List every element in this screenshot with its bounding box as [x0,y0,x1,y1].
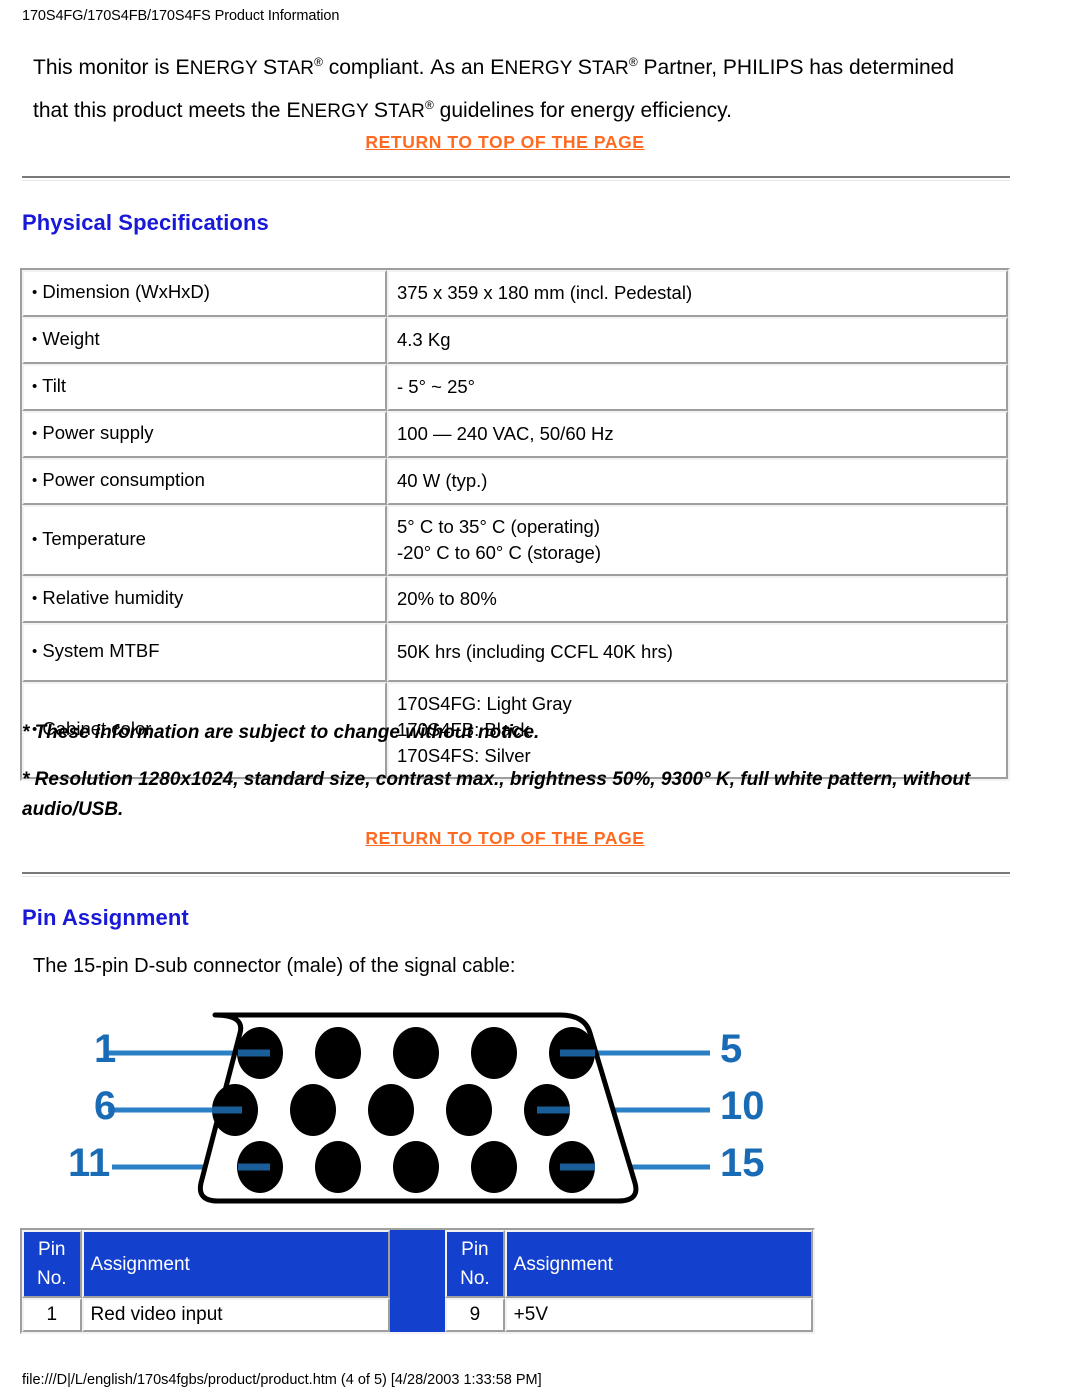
intro-text-1: This monitor is [33,56,176,79]
spec-label-cell: • Weight [22,317,387,364]
spec-value-cell: 375 x 359 x 180 mm (incl. Pedestal) [387,270,1008,317]
spec-value-cell: 100 — 240 VAC, 50/60 Hz [387,411,1008,458]
spec-label: Relative humidity [42,587,184,608]
connector-label-pin-5: 5 [720,1027,743,1071]
spec-label-cell: • Power supply [22,411,387,458]
connector-label-pin-1: 1 [94,1027,117,1071]
star-cap-2: S [577,55,592,79]
energy-star-paragraph: This monitor is ENERGY STAR® compliant. … [33,44,973,130]
spec-label: Temperature [42,528,146,549]
page-title: 170S4FG/170S4FB/170S4FS Product Informat… [22,8,340,24]
return-to-top-link-2[interactable]: RETURN TO TOP OF THE PAGE [365,828,644,849]
energy-cap-1: E [175,55,190,79]
energy-rest-3: NERGY [300,101,374,122]
bullet-icon: • [32,284,38,301]
spec-value-cell: 50K hrs (including CCFL 40K hrs) [387,623,1008,682]
pin-assignment-cell: +5V [504,1298,813,1332]
energy-cap-2: E [490,55,505,79]
pin-number-cell: 9 [445,1298,505,1332]
spec-note-2: * Resolution 1280x1024, standard size, c… [22,769,971,820]
bullet-icon: • [32,643,38,660]
physical-specifications-table: • Dimension (WxHxD) 375 x 359 x 180 mm (… [20,268,1010,781]
spec-value-cell: 5° C to 35° C (operating) -20° C to 60° … [387,505,1008,576]
dsub-connector-diagram: 1 6 11 5 10 15 [60,1005,800,1220]
spec-label: System MTBF [42,640,160,661]
intro-text-4: guidelines for energy efficiency. [433,99,732,122]
bullet-icon: • [32,590,38,607]
spec-note-1: * These information are subject to chang… [22,722,540,743]
star-cap-1: S [262,55,278,79]
star-rest-3: TAR [388,101,425,122]
table-row: • Power supply 100 — 240 VAC, 50/60 Hz [22,411,1008,458]
pin-table-header-row: Pin No. Assignment Pin No. Assignment [22,1230,813,1332]
bullet-icon: • [32,472,38,489]
registered-mark-2: ® [628,55,638,69]
pin-number-cell: 1 [22,1298,82,1332]
connector-label-pin-11: 11 [68,1141,111,1185]
spec-label-cell: • Power consumption [22,458,387,505]
spec-label-cell: • Dimension (WxHxD) [22,270,387,317]
intro-text-2: compliant. [322,56,431,79]
pin-assignment-heading: Pin Assignment [22,905,189,930]
connector-label-pin-10: 10 [720,1084,765,1128]
dsub-connector-svg [108,1012,710,1204]
pin-table-body: Pin No. Assignment Pin No. Assignment 1 … [22,1230,813,1332]
bullet-icon: • [32,425,38,442]
connector-label-pin-15: 15 [720,1141,765,1185]
spec-value-cell: 20% to 80% [387,576,1008,623]
return-to-top-container-1: RETURN TO TOP OF THE PAGE [0,132,1010,153]
spec-label-cell: • Relative humidity [22,576,387,623]
return-to-top-container-2: RETURN TO TOP OF THE PAGE [0,828,1010,849]
pin-assignment-description: The 15-pin D-sub connector (male) of the… [33,955,516,977]
connector-label-pin-6: 6 [94,1084,117,1128]
spec-table-body: • Dimension (WxHxD) 375 x 359 x 180 mm (… [22,270,1008,779]
pin-assignment-cell: Red video input [81,1298,390,1332]
spec-value-cell: 40 W (typ.) [387,458,1008,505]
star-rest-1: TAR [277,58,315,79]
spec-label-cell: • System MTBF [22,623,387,682]
spec-label: Power consumption [42,469,205,490]
bullet-icon: • [32,331,38,348]
bullet-icon: • [32,531,38,548]
spec-label-cell: • Temperature [22,505,387,576]
physical-specifications-heading: Physical Specifications [22,210,269,235]
spec-label: Tilt [42,375,67,396]
table-row: • System MTBF 50K hrs (including CCFL 40… [22,623,1008,682]
bullet-icon: • [32,378,38,395]
as-rest: s an [444,56,491,79]
spec-label: Weight [42,328,100,349]
spec-label-cell: • Tilt [22,364,387,411]
return-to-top-link-1[interactable]: RETURN TO TOP OF THE PAGE [365,132,644,153]
as-cap: A [430,55,445,79]
footer-path: file:///D|/L/english/170s4fgbs/product/p… [22,1372,542,1388]
pin-table-gap-column [389,1230,446,1332]
assignment-header-right: Assignment [504,1230,813,1298]
spec-value-cell: - 5° ~ 25° [387,364,1008,411]
horizontal-rule-2 [22,872,1010,877]
energy-rest-2: NERGY [504,58,578,79]
spec-label: Dimension (WxHxD) [42,281,210,302]
table-row: • Dimension (WxHxD) 375 x 359 x 180 mm (… [22,270,1008,317]
pin-assignment-table: Pin No. Assignment Pin No. Assignment 1 … [20,1228,815,1334]
registered-mark-1: ® [314,55,323,69]
table-row: • Tilt - 5° ~ 25° [22,364,1008,411]
table-row: • Power consumption 40 W (typ.) [22,458,1008,505]
table-row: • Weight 4.3 Kg [22,317,1008,364]
spec-label: Power supply [42,422,154,443]
star-cap-3: S [373,98,389,122]
energy-rest-1: NERGY [189,58,263,79]
assignment-header-left: Assignment [81,1230,390,1298]
horizontal-rule-1 [22,176,1010,181]
pin-no-header-left: Pin No. [22,1230,82,1298]
star-rest-2: TAR [591,58,629,79]
table-row: • Temperature 5° C to 35° C (operating) … [22,505,1008,576]
spec-value-cell: 4.3 Kg [387,317,1008,364]
registered-mark-3: ® [425,98,434,112]
energy-cap-3: E [286,98,301,122]
pin-no-header-right: Pin No. [445,1230,505,1298]
table-row: • Relative humidity 20% to 80% [22,576,1008,623]
